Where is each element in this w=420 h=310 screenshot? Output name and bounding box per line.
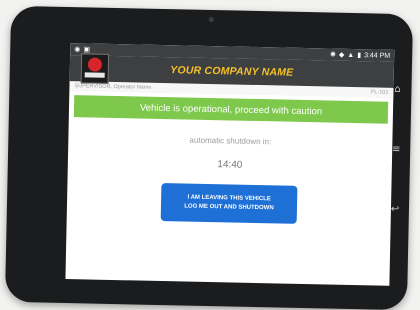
camera-icon bbox=[208, 16, 214, 23]
status-banner: Vehicle is operational, proceed with cau… bbox=[73, 95, 389, 124]
countdown-timer: 14:40 bbox=[217, 159, 243, 171]
operator-name: SUPERVISOR, Operator Name bbox=[74, 83, 152, 91]
signal-icon: ▲ bbox=[347, 51, 355, 59]
logout-shutdown-button[interactable]: I AM LEAVING THIS VEHICLE LOG ME OUT AND… bbox=[160, 183, 298, 224]
screen: ◉ ▣ ✱ ◆ ▲ ▮ 3:44 PM YOUR COMPANY NAME SU… bbox=[65, 43, 395, 286]
company-logo bbox=[80, 53, 110, 84]
shutdown-label: automatic shutdown in: bbox=[189, 135, 272, 147]
unit-id: FL-101 bbox=[370, 89, 389, 96]
location-icon: ◆ bbox=[338, 51, 345, 59]
photo-background: ⌂ ≡ ↩ ◉ ▣ ✱ ◆ ▲ ▮ 3:44 PM YOUR COMPANY N… bbox=[0, 0, 420, 310]
tablet-device: ⌂ ≡ ↩ ◉ ▣ ✱ ◆ ▲ ▮ 3:44 PM YOUR COMPANY N… bbox=[4, 5, 414, 310]
logout-button-line2: LOG ME OUT AND SHUTDOWN bbox=[184, 203, 274, 212]
company-name: YOUR COMPANY NAME bbox=[170, 64, 294, 79]
status-time: 3:44 PM bbox=[364, 51, 391, 60]
battery-icon: ▮ bbox=[357, 52, 362, 60]
logo-face-icon bbox=[87, 57, 103, 72]
eye-icon: ◉ bbox=[74, 46, 81, 54]
bluetooth-icon: ✱ bbox=[329, 51, 336, 59]
notification-icon: ▣ bbox=[83, 46, 91, 54]
